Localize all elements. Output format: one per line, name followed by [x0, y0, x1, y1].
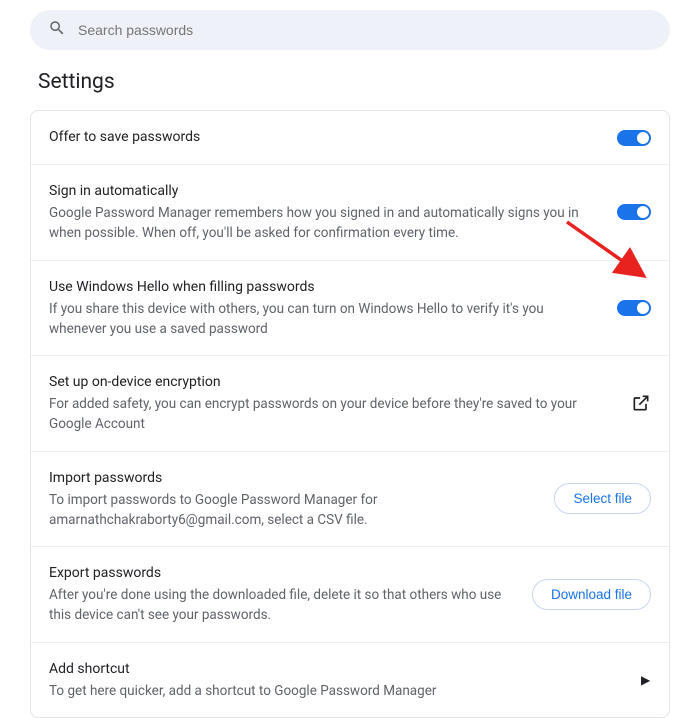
row-text: Export passwords After you're done using… — [49, 563, 518, 626]
row-add-shortcut[interactable]: Add shortcut To get here quicker, add a … — [31, 643, 669, 717]
row-desc: If you share this device with others, yo… — [49, 299, 603, 340]
search-input[interactable] — [78, 22, 652, 38]
settings-card: Offer to save passwords Sign in automati… — [30, 110, 670, 718]
row-desc: After you're done using the downloaded f… — [49, 585, 518, 626]
select-file-button[interactable]: Select file — [554, 483, 651, 514]
toggle-auto-signin[interactable] — [617, 204, 651, 220]
row-desc: Google Password Manager remembers how yo… — [49, 203, 603, 244]
row-offer-save: Offer to save passwords — [31, 111, 669, 165]
search-bar[interactable] — [30, 10, 670, 50]
row-encryption[interactable]: Set up on-device encryption For added sa… — [31, 356, 669, 452]
row-windows-hello: Use Windows Hello when filling passwords… — [31, 261, 669, 357]
toggle-offer-save[interactable] — [617, 130, 651, 146]
row-desc: To get here quicker, add a shortcut to G… — [49, 681, 627, 701]
page-title: Settings — [38, 70, 700, 94]
row-title: Set up on-device encryption — [49, 372, 617, 393]
row-text: Sign in automatically Google Password Ma… — [49, 181, 603, 244]
search-icon — [48, 19, 66, 41]
open-external-icon[interactable] — [631, 393, 651, 413]
row-title: Import passwords — [49, 468, 540, 489]
row-title: Sign in automatically — [49, 181, 603, 202]
row-text: Import passwords To import passwords to … — [49, 468, 540, 531]
row-text: Set up on-device encryption For added sa… — [49, 372, 617, 435]
row-export: Export passwords After you're done using… — [31, 547, 669, 643]
row-title: Export passwords — [49, 563, 518, 584]
chevron-right-icon: ▶ — [641, 673, 651, 687]
row-title: Add shortcut — [49, 659, 627, 680]
toggle-windows-hello[interactable] — [617, 300, 651, 316]
row-desc: To import passwords to Google Password M… — [49, 490, 540, 531]
row-desc: For added safety, you can encrypt passwo… — [49, 394, 617, 435]
row-import: Import passwords To import passwords to … — [31, 452, 669, 548]
row-text: Add shortcut To get here quicker, add a … — [49, 659, 627, 701]
row-title: Offer to save passwords — [49, 127, 603, 148]
row-title: Use Windows Hello when filling passwords — [49, 277, 603, 298]
row-auto-signin: Sign in automatically Google Password Ma… — [31, 165, 669, 261]
row-text: Offer to save passwords — [49, 127, 603, 148]
row-text: Use Windows Hello when filling passwords… — [49, 277, 603, 340]
download-file-button[interactable]: Download file — [532, 579, 651, 610]
